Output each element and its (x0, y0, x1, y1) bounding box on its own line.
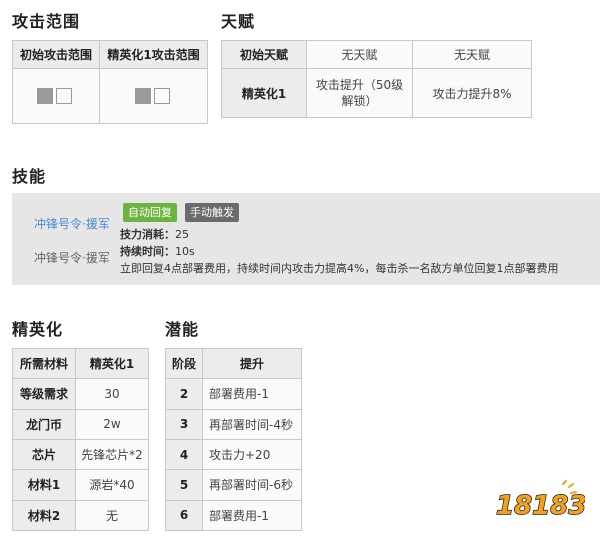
skill-duration-label: 持续时间： (120, 245, 175, 258)
skill-duration-value: 10s (175, 245, 195, 258)
range-tile-filled-icon (134, 88, 151, 104)
talent-table: 初始天赋 无天赋 无天赋 精英化1 攻击提升（50级解锁） 攻击力提升8% (221, 40, 532, 118)
talent-label-initial: 初始天赋 (221, 40, 307, 69)
watermark-logo: 18183 (495, 480, 585, 522)
skill-description: 立即回复4点部署费用，持续时间内攻击力提高4%，每击杀一名敌方单位回复1点部署费… (120, 262, 559, 275)
elite-row-value: 源岩*40 (75, 469, 149, 501)
talent-label-elite1: 精英化1 (221, 68, 307, 118)
potential-row-stage: 3 (165, 408, 203, 440)
attack-range-table: 初始攻击范围 精英化1攻击范围 (12, 40, 208, 124)
potential-row-effect: 再部署时间-6秒 (202, 469, 302, 501)
range-tile-filled-icon (37, 88, 53, 104)
potential-row-effect: 部署费用-1 (202, 378, 302, 410)
skill-tag-auto-recovery: 自动回复 (123, 203, 177, 222)
potential-header-effect: 提升 (202, 347, 302, 380)
potential-row-stage: 4 (165, 438, 203, 471)
elite-table: 所需材料 精英化1 等级需求 30 龙门币 2w 芯片 先锋芯片*2 材料1 源… (12, 347, 149, 532)
attack-range-title: 攻击范围 (12, 12, 81, 31)
elite-header-elite1: 精英化1 (75, 347, 149, 380)
potential-header-stage: 阶段 (165, 347, 203, 380)
potential-row-effect: 再部署时间-4秒 (202, 408, 302, 440)
elite-row-label: 材料1 (12, 469, 76, 501)
range-tile-empty-icon (56, 88, 72, 104)
watermark-text: 18183 (496, 491, 585, 521)
potential-row-stage: 2 (165, 378, 203, 410)
talent-title: 天赋 (221, 12, 256, 31)
elite-row-value: 30 (75, 378, 149, 410)
elite-row-label: 芯片 (12, 438, 76, 471)
attack-range-grid-elite1 (99, 68, 208, 124)
elite-title: 精英化 (12, 320, 64, 339)
attack-range-header-initial: 初始攻击范围 (12, 40, 100, 69)
elite-header-material: 所需材料 (12, 347, 76, 380)
potential-row-stage: 5 (165, 469, 203, 501)
elite-row-value: 先锋芯片*2 (75, 438, 149, 471)
potential-row-effect: 部署费用-1 (202, 499, 302, 532)
skill-name-highlight[interactable]: 冲锋号令·援军 (34, 215, 110, 232)
skill-name: 冲锋号令·援军 (34, 251, 110, 265)
elite-row-label: 龙门币 (12, 408, 76, 440)
potential-row-effect: 攻击力+20 (202, 438, 302, 471)
elite-row-value: 无 (75, 499, 149, 532)
skill-tag-manual-trigger: 手动触发 (185, 203, 239, 222)
elite-row-label: 等级需求 (12, 378, 76, 410)
talent-elite1-base: 攻击提升（50级解锁） (306, 68, 413, 118)
elite-row-label: 材料2 (12, 499, 76, 532)
elite-row-value: 2w (75, 408, 149, 440)
range-tile-empty-icon (153, 88, 170, 104)
attack-range-grid-initial (12, 68, 100, 124)
potential-row-stage: 6 (165, 499, 203, 532)
potential-table: 阶段 提升 2 部署费用-1 3 再部署时间-4秒 4 攻击力+20 5 再部署… (165, 347, 302, 532)
skill-panel: 冲锋号令·援军 冲锋号令·援军 自动回复 手动触发 技力消耗：25 持续时间：1… (12, 193, 600, 285)
attack-range-header-elite1: 精英化1攻击范围 (99, 40, 208, 69)
skill-sp-cost-label: 技力消耗： (120, 228, 175, 241)
potential-title: 潜能 (165, 320, 200, 339)
talent-initial-upgraded: 无天赋 (412, 40, 532, 69)
skills-title: 技能 (12, 167, 47, 186)
skill-sp-cost: 技力消耗：25 (120, 226, 189, 242)
skill-duration: 持续时间：10s (120, 243, 195, 259)
talent-elite1-upgraded: 攻击力提升8% (412, 68, 532, 118)
skill-sp-cost-value: 25 (175, 228, 189, 241)
talent-initial-base: 无天赋 (306, 40, 413, 69)
